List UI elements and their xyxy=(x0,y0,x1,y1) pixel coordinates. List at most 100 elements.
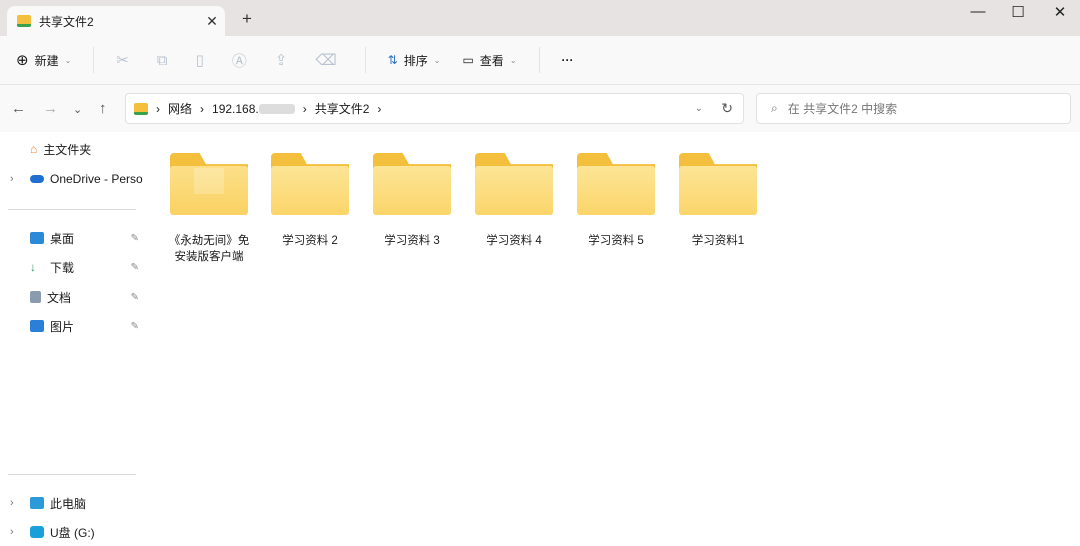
folder-icon xyxy=(373,153,451,215)
view-label: 查看 xyxy=(479,53,504,68)
paste-icon[interactable]: ▯ xyxy=(196,51,204,69)
sidebar-label: 桌面 xyxy=(50,231,75,246)
plus-circle-icon: ⊕ xyxy=(16,52,29,69)
refresh-icon[interactable]: ↻ xyxy=(721,100,733,117)
blurred-region xyxy=(258,103,295,114)
close-tab-button[interactable]: ✕ xyxy=(199,13,225,30)
desktop-icon xyxy=(30,232,44,244)
search-icon: ⌕ xyxy=(771,101,778,115)
document-icon xyxy=(30,291,41,303)
address-dropdown-icon[interactable]: ⌄ xyxy=(695,103,703,114)
sidebar-item-pictures[interactable]: 图片 ✎ xyxy=(0,314,145,338)
tab-bar: 共享文件2 ✕ + — ☐ ✕ xyxy=(0,0,1080,36)
chevron-down-icon: ⌄ xyxy=(509,55,517,65)
divider xyxy=(538,47,540,73)
chevron-right-icon: › xyxy=(200,101,205,116)
folder-item[interactable]: 《永劫无间》免 安装版客户端 xyxy=(168,153,250,265)
sort-label: 排序 xyxy=(403,53,428,68)
divider xyxy=(93,47,95,73)
view-icon: ▭ xyxy=(462,53,474,67)
cloud-icon xyxy=(30,175,44,183)
address-bar[interactable]: › 网络 › 192.168. › 共享文件2 › ⌄ ↻ xyxy=(125,93,744,124)
command-bar: ⊕ 新建 ⌄ ✂ ⧉ ▯ Ⓐ ⇪ ⌫ ⇅ 排序 ⌄ ▭ 查看 ⌄ ··· xyxy=(0,36,1080,85)
expand-icon[interactable]: › xyxy=(10,173,14,185)
folder-label: 学习资料1 xyxy=(691,235,745,247)
folder-item[interactable]: 学习资料 2 xyxy=(270,153,350,249)
folder-item[interactable]: 学习资料 4 xyxy=(474,153,554,249)
sort-button[interactable]: ⇅ 排序 ⌄ xyxy=(388,52,441,69)
sidebar-item-home[interactable]: ⌂ 主文件夹 xyxy=(0,137,145,161)
folder-label-line: 《永劫无间》免 xyxy=(168,235,250,247)
minimize-button[interactable]: — xyxy=(958,3,998,20)
folder-icon xyxy=(475,153,553,215)
divider xyxy=(8,474,136,475)
folder-item[interactable]: 学习资料 5 xyxy=(576,153,656,249)
chevron-right-icon: › xyxy=(156,101,160,116)
download-icon: ↓ xyxy=(30,260,36,274)
pin-icon[interactable]: ✎ xyxy=(131,262,139,273)
new-label: 新建 xyxy=(34,53,59,68)
folder-label: 学习资料 3 xyxy=(384,235,440,247)
copy-icon[interactable]: ⧉ xyxy=(157,52,168,69)
sidebar-label: OneDrive - Perso xyxy=(50,172,143,186)
expand-icon[interactable]: › xyxy=(10,497,14,509)
recent-dropdown-button[interactable]: ⌄ xyxy=(73,103,82,116)
pin-icon[interactable]: ✎ xyxy=(131,321,139,332)
search-placeholder: 在 共享文件2 中搜索 xyxy=(787,102,898,116)
delete-icon[interactable]: ⌫ xyxy=(315,51,336,69)
breadcrumb-ip[interactable]: 192.168. xyxy=(212,102,259,116)
rename-icon[interactable]: Ⓐ xyxy=(232,50,247,71)
view-button[interactable]: ▭ 查看 ⌄ xyxy=(462,52,516,69)
breadcrumb-shared-folder[interactable]: 共享文件2 xyxy=(315,100,370,117)
sidebar-label: 此电脑 xyxy=(50,496,87,511)
folder-item[interactable]: 学习资料1 xyxy=(678,153,758,249)
chevron-down-icon: ⌄ xyxy=(64,55,72,65)
folder-item[interactable]: 学习资料 3 xyxy=(372,153,452,249)
folder-icon xyxy=(170,153,248,215)
back-button[interactable]: ← xyxy=(11,100,26,117)
sidebar-item-desktop[interactable]: 桌面 ✎ xyxy=(0,226,145,250)
pin-icon[interactable]: ✎ xyxy=(131,233,139,244)
search-input[interactable]: ⌕ 在 共享文件2 中搜索 xyxy=(756,93,1071,124)
sidebar-item-downloads[interactable]: ↓ 下载 ✎ xyxy=(0,255,145,279)
folder-label: 学习资料 2 xyxy=(282,235,338,247)
divider xyxy=(364,47,366,73)
sidebar-item-onedrive[interactable]: › OneDrive - Perso xyxy=(0,167,145,191)
expand-icon[interactable]: › xyxy=(10,526,14,538)
navigation-pane: ⌂ 主文件夹 › OneDrive - Perso 桌面 ✎ ↓ 下载 ✎ 文档 ✎ 图片 ✎… xyxy=(0,132,145,546)
chevron-right-icon: › xyxy=(302,101,307,116)
tab-title: 共享文件2 xyxy=(39,14,94,29)
folder-label: 学习资料 5 xyxy=(588,235,644,247)
folder-icon xyxy=(17,15,31,27)
folder-label: 《永劫无间》免 安装版客户端 xyxy=(168,233,250,265)
tab-shared-folder[interactable]: 共享文件2 ✕ xyxy=(7,6,225,36)
chevron-right-icon: › xyxy=(377,101,382,116)
cut-icon[interactable]: ✂ xyxy=(116,51,129,69)
sidebar-label: 图片 xyxy=(50,319,75,334)
computer-icon xyxy=(30,497,44,509)
maximize-button[interactable]: ☐ xyxy=(998,3,1038,21)
new-button[interactable]: ⊕ 新建 ⌄ xyxy=(16,51,71,69)
forward-button[interactable]: → xyxy=(43,100,58,117)
sidebar-label: 下载 xyxy=(50,260,75,275)
sidebar-item-this-pc[interactable]: › 此电脑 xyxy=(0,491,145,515)
folder-icon xyxy=(271,153,349,215)
up-button[interactable]: ↑ xyxy=(99,100,107,117)
home-icon: ⌂ xyxy=(30,142,38,156)
folder-label: 学习资料 4 xyxy=(486,235,542,247)
usb-drive-icon xyxy=(30,526,44,538)
breadcrumb-network[interactable]: 网络 xyxy=(168,100,192,117)
share-icon[interactable]: ⇪ xyxy=(275,51,288,69)
close-window-button[interactable]: ✕ xyxy=(1040,3,1080,21)
folder-icon xyxy=(577,153,655,215)
more-options-button[interactable]: ··· xyxy=(562,53,574,67)
sidebar-item-usb[interactable]: › U盘 (G:) xyxy=(0,520,145,544)
folder-icon xyxy=(134,102,148,115)
sidebar-label: U盘 (G:) xyxy=(50,525,95,540)
new-tab-button[interactable]: + xyxy=(242,9,252,29)
sort-icon: ⇅ xyxy=(387,53,398,67)
picture-icon xyxy=(30,320,44,332)
sidebar-item-documents[interactable]: 文档 ✎ xyxy=(0,285,145,309)
pin-icon[interactable]: ✎ xyxy=(131,292,139,303)
sidebar-label: 文档 xyxy=(47,290,72,305)
